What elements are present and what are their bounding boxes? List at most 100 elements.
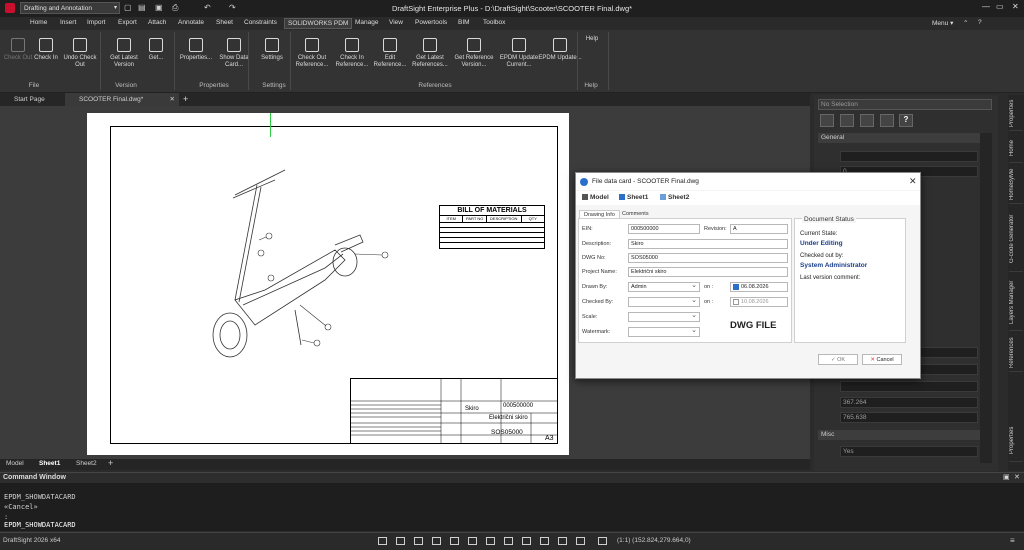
help-icon[interactable]: ?: [975, 19, 985, 26]
grid-icon[interactable]: [396, 537, 405, 545]
prop-value-misc[interactable]: Yes: [840, 446, 978, 457]
menu-home[interactable]: Home: [27, 19, 50, 26]
ribbon-button-label: Get Latest References...: [412, 55, 448, 68]
side-tab-properties[interactable]: Properties: [1009, 97, 1023, 131]
side-tab-layers-manager[interactable]: Layers Manager: [1009, 275, 1023, 331]
ok-button[interactable]: ✓ OK: [818, 354, 858, 365]
menu-export[interactable]: Export: [115, 19, 140, 26]
minimize-button[interactable]: —: [982, 2, 990, 11]
close-button[interactable]: ✕: [1012, 2, 1019, 11]
annotation-icon[interactable]: [540, 537, 549, 545]
section-misc[interactable]: Misc: [818, 430, 980, 440]
side-tab-home[interactable]: Home: [1009, 133, 1023, 163]
watermark-select[interactable]: [628, 326, 700, 337]
tb-description: Skiro: [465, 406, 479, 412]
panel-scrollbar[interactable]: [980, 133, 992, 463]
annotation-scale-icon[interactable]: [598, 537, 607, 545]
snap-icon[interactable]: [378, 537, 387, 545]
prop-value-z[interactable]: 765.638: [840, 412, 978, 423]
config-tab-model[interactable]: Model: [582, 194, 609, 201]
config-tab-sheet2[interactable]: Sheet2: [660, 194, 689, 201]
prop-row[interactable]: [840, 151, 978, 162]
selection-dropdown[interactable]: No Selection: [818, 99, 992, 110]
side-tab-g-code-generator[interactable]: G-code Generator: [1009, 206, 1023, 272]
ribbon-epdm-update-current-button[interactable]: EPDM Update Current...: [497, 33, 541, 69]
checked-date-checkbox[interactable]: [733, 299, 739, 305]
prop-value-y[interactable]: 367.264: [840, 397, 978, 408]
tab-start-page[interactable]: Start Page: [0, 93, 59, 106]
tab-sheet1[interactable]: Sheet1: [39, 460, 60, 467]
close-tab-icon[interactable]: ✕: [170, 93, 175, 106]
command-window-options-icon[interactable]: ▣: [1003, 473, 1010, 481]
customize-statusbar-icon[interactable]: ≡: [1010, 536, 1015, 545]
ribbon-button-label: Check Out Reference...: [295, 55, 329, 68]
config-tab-sheet1[interactable]: Sheet1: [619, 194, 648, 201]
ribbon-settings-button[interactable]: Settings: [250, 33, 294, 62]
lweight-icon[interactable]: [486, 537, 495, 545]
tab-scooter-final[interactable]: SCOOTER Final.dwg* ✕: [65, 93, 179, 106]
workspace-icon[interactable]: [558, 537, 567, 545]
menu-dropdown[interactable]: Menu ▾: [929, 19, 956, 27]
command-window-close-icon[interactable]: ✕: [1014, 473, 1020, 481]
menu-toolbox[interactable]: Toolbox: [480, 19, 508, 26]
polar-icon[interactable]: [432, 537, 441, 545]
menu-manage[interactable]: Manage: [352, 19, 382, 26]
ribbon-button-label: Settings: [261, 55, 283, 61]
menu-solidworks-pdm[interactable]: SOLIDWORKS PDM: [284, 18, 353, 29]
revision-field[interactable]: A: [730, 224, 788, 234]
side-tab-references[interactable]: References: [1009, 334, 1023, 372]
isolate-icon[interactable]: [576, 537, 585, 545]
ribbon-edit-reference-button[interactable]: Edit Reference...: [368, 33, 412, 69]
command-input[interactable]: EPDM_SHOWDATACARD: [4, 521, 76, 529]
model-space-icon[interactable]: [522, 537, 531, 545]
cancel-button[interactable]: ✕ Cancel: [862, 354, 902, 365]
qinput-icon[interactable]: [504, 537, 513, 545]
add-sheet-button[interactable]: +: [108, 458, 113, 468]
quick-select-icon[interactable]: [840, 114, 854, 127]
project-field[interactable]: Električni skiro: [628, 267, 788, 277]
filter-icon[interactable]: [880, 114, 894, 127]
side-tab-homebyme[interactable]: HomeByMe: [1009, 166, 1023, 204]
menu-bim[interactable]: BIM: [455, 19, 473, 26]
dwgno-field[interactable]: SOS05000: [628, 253, 788, 263]
description-field[interactable]: Skiro: [628, 239, 788, 249]
ein-field[interactable]: 000500000: [628, 224, 700, 234]
ribbon-group-references: References: [418, 82, 452, 89]
ribbon-get-reference-version-button[interactable]: Get Reference Version...: [452, 33, 496, 69]
ribbon-button-label: Check In: [34, 55, 58, 61]
menu-view[interactable]: View: [386, 19, 406, 26]
ortho-icon[interactable]: [414, 537, 423, 545]
section-general[interactable]: General: [818, 133, 980, 143]
menu-constraints[interactable]: Constraints: [241, 19, 280, 26]
etrack-icon[interactable]: [468, 537, 477, 545]
menu-insert[interactable]: Insert: [57, 19, 79, 26]
ribbon-check-out-reference-button[interactable]: Check Out Reference...: [290, 33, 334, 69]
tab-comments[interactable]: Comments: [618, 210, 653, 218]
maximize-button[interactable]: ▭: [996, 2, 1004, 11]
drawnby-select[interactable]: Admin: [628, 281, 700, 292]
tb-dwg-no: SOS05000: [491, 429, 523, 436]
help-panel-icon[interactable]: ?: [899, 114, 913, 127]
pick-objects-icon[interactable]: [860, 114, 874, 127]
side-tab-properties[interactable]: Properties: [1009, 420, 1023, 462]
menu-attach[interactable]: Attach: [145, 19, 169, 26]
checkedby-select[interactable]: [628, 296, 700, 307]
menu-import[interactable]: Import: [84, 19, 108, 26]
collapse-ribbon-icon[interactable]: ⌃: [960, 19, 971, 27]
revision-label: Revision:: [704, 226, 727, 232]
tab-sheet2[interactable]: Sheet2: [76, 460, 97, 467]
ribbon-get-button[interactable]: Get...: [134, 33, 178, 62]
ribbon-get-latest-references-button[interactable]: Get Latest References...: [408, 33, 452, 69]
menu-powertools[interactable]: Powertools: [412, 19, 450, 26]
dialog-close-button[interactable]: ✕: [909, 176, 917, 187]
ribbon-undo-check-out-button[interactable]: Undo Check Out: [58, 33, 102, 69]
esnap-icon[interactable]: [450, 537, 459, 545]
menu-sheet[interactable]: Sheet: [213, 19, 236, 26]
drawn-date-checkbox[interactable]: [733, 284, 739, 290]
prop-row[interactable]: [840, 381, 978, 392]
menu-annotate[interactable]: Annotate: [175, 19, 207, 26]
select-objects-icon[interactable]: [820, 114, 834, 127]
scale-select[interactable]: [628, 311, 700, 322]
new-tab-button[interactable]: +: [183, 94, 188, 104]
tab-model[interactable]: Model: [6, 460, 24, 467]
